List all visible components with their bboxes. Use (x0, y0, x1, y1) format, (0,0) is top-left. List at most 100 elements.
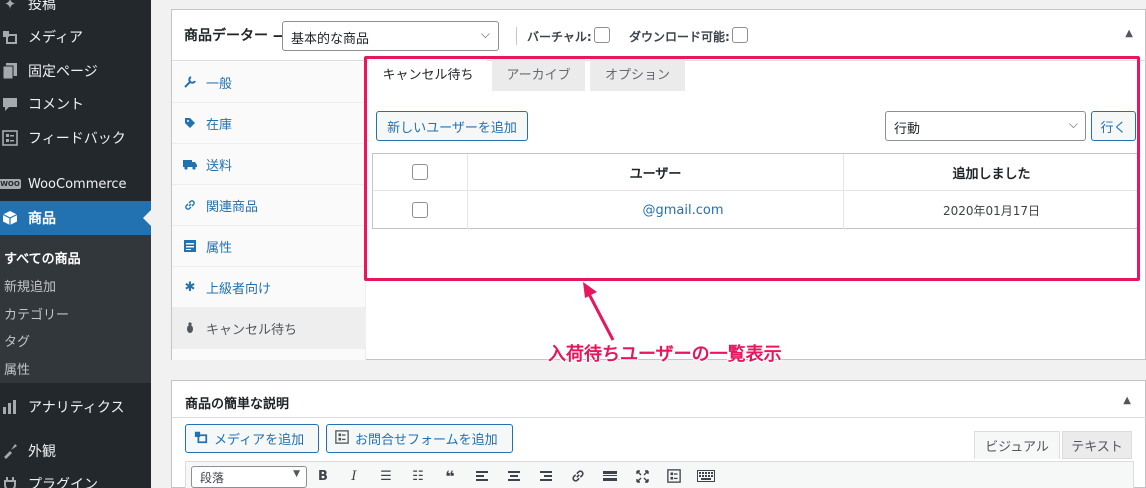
add-media-label: メディアを追加 (214, 433, 305, 448)
form-icon (335, 430, 349, 447)
tab-label: 送料 (206, 158, 233, 174)
menu-label: 外観 (28, 444, 56, 460)
appearance-icon (0, 441, 20, 461)
submenu-add-new[interactable]: 新規追加 (4, 276, 56, 295)
products-submenu: すべての商品 新規追加 カテゴリー タグ 属性 (0, 235, 151, 383)
menu-products[interactable]: 商品 (0, 201, 151, 235)
menu-plugins[interactable]: プラグイン (0, 467, 151, 488)
tab-inventory[interactable]: 在庫 (172, 103, 366, 144)
tab-label: 在庫 (206, 117, 233, 133)
add-contact-form-button[interactable]: お問合せフォームを追加 (326, 424, 513, 453)
format-value: 段落 (200, 471, 225, 485)
gear-icon: ✱ (184, 279, 196, 295)
menu-label: アナリティクス (28, 400, 125, 416)
wrench-icon (183, 76, 197, 88)
tab-text[interactable]: テキスト (1062, 431, 1132, 459)
tab-advanced[interactable]: ✱ 上級者向け (172, 267, 366, 308)
menu-label: メディア (28, 30, 84, 46)
menu-analytics[interactable]: アナリティクス (0, 390, 151, 424)
product-data-tabs: 一般 在庫 送料 関連商品 属性 ✱ 上級者向け キャンセル待ち (172, 62, 366, 360)
comment-icon (0, 94, 20, 114)
collapse-toggle-icon[interactable]: ▲ (1125, 28, 1133, 39)
chevron-down-icon: ▼ (293, 469, 300, 479)
menu-label: 固定ページ (28, 64, 98, 80)
annotation-arrow-icon (583, 282, 615, 341)
admin-sidebar: ✦ 投稿 メディア 固定ページ コメント フィードバック WOO WooComm… (0, 0, 151, 488)
menu-posts[interactable]: ✦ 投稿 (0, 0, 151, 21)
menu-label: WooCommerce (28, 176, 127, 192)
analytics-icon (0, 397, 20, 417)
product-type-value: 基本的な商品 (291, 32, 370, 47)
menu-feedback[interactable]: フィードバック (0, 121, 151, 155)
add-media-button[interactable]: メディアを追加 (185, 424, 319, 453)
product-data-header: 商品データー — 基本的な商品 ⌵ バーチャル: ダウンロード可能: ▲ (172, 10, 1146, 61)
more-icon[interactable] (600, 467, 620, 485)
short-description-title: 商品の簡単な説明 (185, 397, 290, 412)
list-icon (183, 240, 197, 252)
page-icon (0, 61, 20, 81)
tab-label: 属性 (206, 240, 233, 256)
short-description-box: 商品の簡単な説明 ▲ メディアを追加 お問合せフォームを追加 ビジュアル テキス… (171, 380, 1146, 488)
menu-label: プラグイン (28, 477, 98, 488)
bold-icon[interactable]: B (313, 467, 333, 485)
tab-visual[interactable]: ビジュアル (974, 431, 1060, 459)
downloadable-checkbox[interactable] (732, 27, 748, 43)
collapse-toggle-icon[interactable]: ▲ (1123, 395, 1131, 406)
menu-media[interactable]: メディア (0, 20, 151, 54)
feedback-icon (0, 128, 20, 148)
tab-shipping[interactable]: 送料 (172, 144, 366, 185)
woocommerce-badge: WOO (0, 179, 21, 189)
chevron-down-icon: ⌵ (480, 27, 490, 41)
submenu-categories[interactable]: カテゴリー (4, 304, 69, 323)
menu-label: フィードバック (28, 131, 126, 147)
menu-woocommerce[interactable]: WOO WooCommerce (0, 167, 151, 201)
tab-general[interactable]: 一般 (172, 62, 366, 103)
blockquote-icon[interactable]: ❝ (440, 467, 460, 486)
italic-icon[interactable]: I (344, 467, 364, 485)
format-select[interactable]: 段落 ▼ (191, 466, 307, 488)
menu-appearance[interactable]: 外観 (0, 434, 151, 468)
add-contact-form-label: お問合せフォームを追加 (355, 433, 498, 448)
virtual-label: バーチャル: (527, 30, 592, 44)
numbered-list-icon[interactable]: ☷ (408, 467, 428, 485)
product-type-select[interactable]: 基本的な商品 ⌵ (282, 21, 499, 51)
menu-label: 投稿 (28, 0, 56, 13)
header-separator (516, 27, 517, 45)
menu-pages[interactable]: 固定ページ (0, 54, 151, 88)
form-icon[interactable] (664, 467, 684, 485)
product-icon (0, 208, 20, 228)
link-icon (183, 199, 197, 211)
bug-icon (183, 322, 197, 334)
link-icon[interactable] (568, 467, 588, 485)
submenu-attributes[interactable]: 属性 (4, 359, 30, 378)
submenu-tags[interactable]: タグ (4, 331, 30, 350)
tab-label: 一般 (206, 76, 233, 92)
woocommerce-icon: WOO (0, 174, 21, 194)
highlight-box (364, 56, 1140, 281)
tab-label: 関連商品 (206, 199, 259, 215)
tab-waitlist[interactable]: キャンセル待ち (172, 308, 366, 349)
virtual-checkbox[interactable] (594, 27, 610, 43)
tab-attributes[interactable]: 属性 (172, 226, 366, 267)
downloadable-label: ダウンロード可能: (629, 30, 730, 44)
media-icon (194, 430, 208, 447)
tag-icon (183, 117, 197, 129)
product-data-title: 商品データー — (184, 28, 287, 44)
keyboard-icon[interactable] (696, 467, 716, 485)
align-right-icon[interactable] (536, 467, 556, 485)
tab-linked-products[interactable]: 関連商品 (172, 185, 366, 226)
fullscreen-icon[interactable] (632, 467, 652, 485)
media-icon (0, 27, 20, 47)
tab-label: 上級者向け (206, 281, 272, 297)
plugin-icon (0, 474, 20, 488)
tab-label: キャンセル待ち (206, 322, 298, 338)
menu-comments[interactable]: コメント (0, 87, 151, 121)
align-left-icon[interactable] (472, 467, 492, 485)
submenu-all-products[interactable]: すべての商品 (4, 248, 81, 267)
bullet-list-icon[interactable]: ☰ (376, 467, 396, 485)
divider (172, 417, 1146, 418)
align-center-icon[interactable] (504, 467, 524, 485)
menu-label: 商品 (28, 211, 56, 227)
pushpin-icon: ✦ (3, 0, 17, 13)
menu-label: コメント (28, 97, 84, 113)
